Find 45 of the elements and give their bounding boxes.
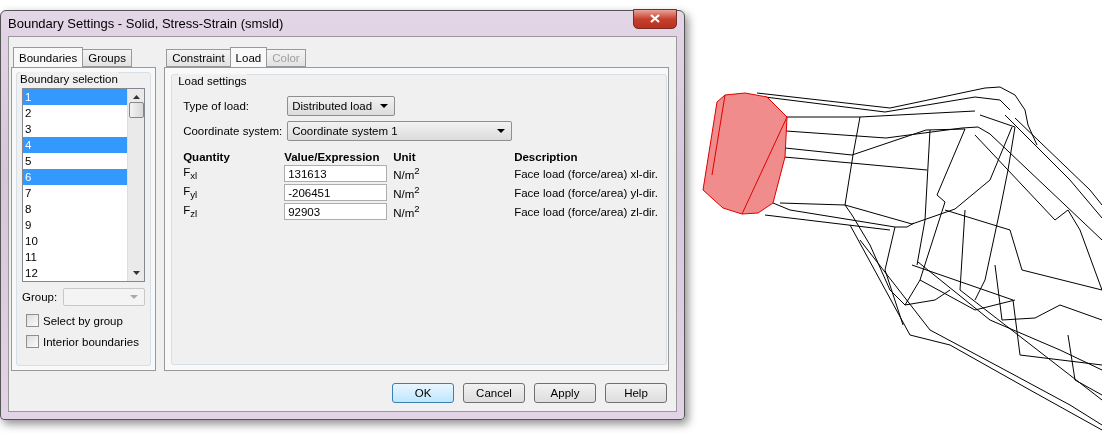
dropdown-arrow-icon — [497, 129, 506, 133]
scroll-up-arrow-icon[interactable] — [132, 95, 140, 99]
dialog-button[interactable]: Help — [605, 383, 667, 403]
value-field[interactable]: 92903 — [284, 203, 388, 220]
close-button[interactable] — [633, 8, 677, 29]
dropdown-arrow-icon — [130, 295, 139, 299]
value-field[interactable]: 131613 — [284, 165, 388, 182]
unit-label: N/m$^{2}$ — [393, 207, 420, 220]
window-title: Boundary Settings - Solid, Stress-Strain (smsld) — [8, 16, 284, 31]
load-type-dropdown[interactable]: Distributed load — [287, 96, 396, 116]
column-header: Quantity — [183, 151, 231, 163]
unit-label: N/m$^{2}$ — [393, 188, 420, 201]
description-text: Face load (force/area) zl-dir. — [514, 205, 658, 218]
scroll-thumb[interactable] — [128, 102, 144, 118]
unit-label: N/m$^{2}$ — [393, 169, 420, 182]
quantity-label: F$_{zl}$ — [183, 203, 198, 216]
field-label: Group: — [22, 291, 58, 303]
quantity-label: F$_{xl}$ — [183, 165, 198, 178]
checkbox[interactable] — [26, 314, 39, 327]
tab[interactable]: Constraint — [166, 49, 231, 67]
group-title: Boundary selection — [20, 72, 118, 86]
description-text: Face load (force/area) xl-dir. — [514, 167, 658, 180]
tab[interactable]: Boundaries — [13, 47, 84, 67]
column-header: Unit — [393, 151, 417, 163]
group-title: Load settings — [178, 74, 247, 88]
dialog-button[interactable]: Cancel — [463, 383, 525, 403]
boundary-list[interactable]: 1 2 3 4 5 6 7 8 9 10 11 12 — [22, 88, 146, 282]
coordinate-system-dropdown[interactable]: Coordinate system 1 — [287, 121, 513, 141]
description-text: Face load (force/area) yl-dir. — [514, 186, 658, 199]
scrollbar[interactable] — [127, 89, 145, 281]
column-header: Value/Expression — [284, 151, 381, 163]
tab[interactable]: Groups — [82, 49, 132, 67]
field-label: Type of load: — [183, 100, 251, 112]
tab[interactable]: Load — [229, 47, 268, 67]
checkbox-label: Select by group — [43, 314, 123, 327]
field-label: Coordinate system: — [183, 125, 284, 137]
column-header: Description — [514, 151, 579, 163]
checkbox-label: Interior boundaries — [43, 335, 139, 348]
dialog-button[interactable]: Apply — [534, 383, 596, 403]
close-icon — [650, 14, 660, 23]
value-field[interactable]: -206451 — [284, 184, 388, 201]
checkbox[interactable] — [26, 335, 39, 348]
dialog-button[interactable]: OK — [392, 383, 454, 403]
dropdown-arrow-icon — [380, 104, 389, 108]
scroll-down-arrow-icon[interactable] — [132, 271, 140, 275]
